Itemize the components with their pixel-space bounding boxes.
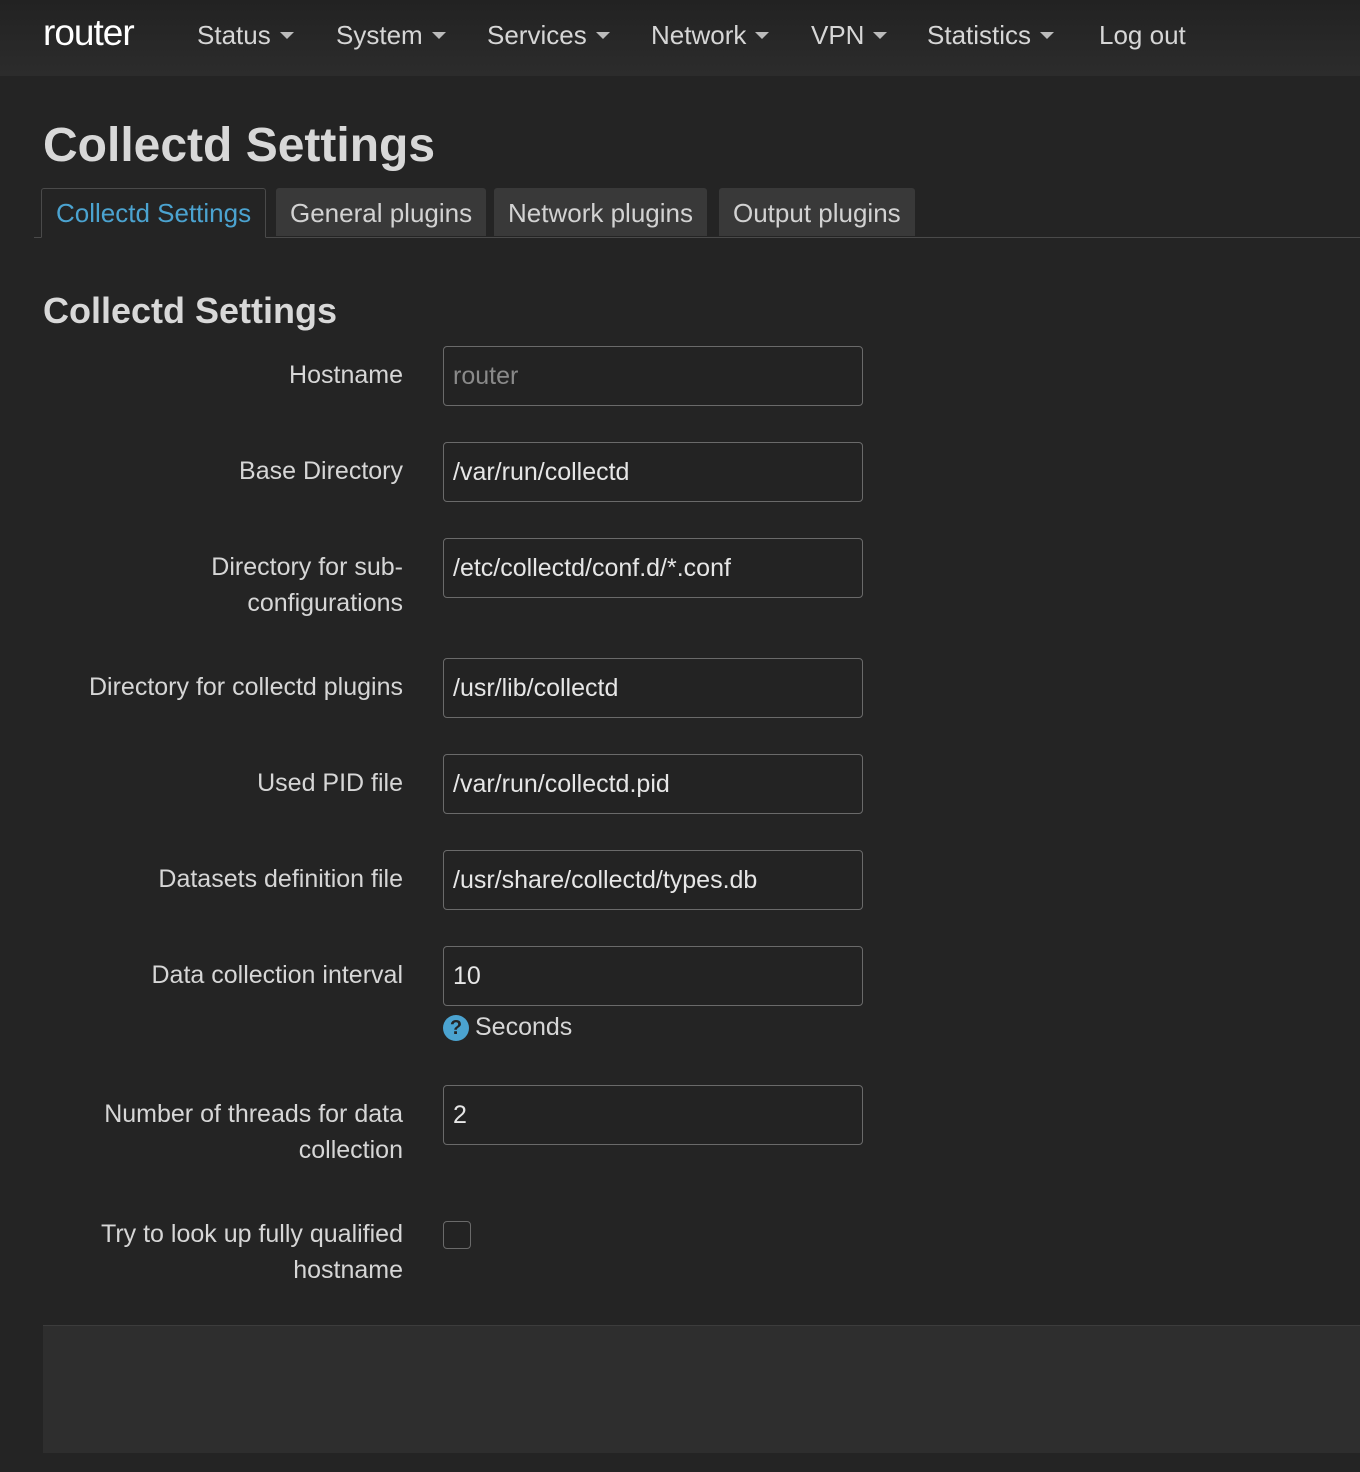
subconfig-label-line2: configurations [247,589,403,617]
fqdn-lookup-label: Try to look up fully qualified hostname [53,1216,403,1288]
hostname-input[interactable] [443,346,863,406]
nav-vpn-menu[interactable]: VPN [811,20,888,51]
nav-logout-link[interactable]: Log out [1099,20,1186,51]
nav-status-menu[interactable]: Status [197,20,294,51]
top-navbar: router Status System Services Network VP… [0,0,1360,76]
base-directory-label: Base Directory [239,457,403,485]
interval-help-text: Seconds [475,1013,573,1041]
datasets-file-label: Datasets definition file [158,865,403,893]
nav-services-label: Services [487,20,587,50]
tab-network-plugins[interactable]: Network plugins [494,188,707,236]
subconfig-directory-input[interactable] [443,538,863,598]
nav-network-label: Network [651,20,747,50]
fqdn-label-line1: Try to look up fully qualified [100,1220,403,1248]
chevron-down-icon [595,31,610,39]
plugin-directory-label: Directory for collectd plugins [88,673,403,701]
interval-label: Data collection interval [151,961,403,989]
brand-logo[interactable]: router [43,12,135,54]
fqdn-lookup-checkbox[interactable] [443,1221,471,1249]
threads-input[interactable] [443,1085,863,1145]
page-actions-panel [43,1325,1360,1453]
threads-label-line1: Number of threads for data [104,1100,403,1128]
tab-bar: Collectd Settings General plugins Networ… [34,188,1360,238]
threads-label: Number of threads for data collection [53,1096,403,1168]
help-icon[interactable]: ? [443,1015,469,1041]
chevron-down-icon [431,31,446,39]
nav-network-menu[interactable]: Network [651,20,770,51]
plugin-directory-input[interactable] [443,658,863,718]
nav-statistics-menu[interactable]: Statistics [927,20,1055,51]
tab-collectd-settings[interactable]: Collectd Settings [41,188,267,238]
threads-label-line2: collection [298,1136,403,1164]
fqdn-label-line2: hostname [293,1256,403,1284]
nav-vpn-label: VPN [811,20,865,50]
interval-input[interactable] [443,946,863,1006]
subconfig-label-line1: Directory for sub- [211,553,403,581]
tab-general-plugins[interactable]: General plugins [276,188,487,236]
nav-services-menu[interactable]: Services [487,20,610,51]
chevron-down-icon [873,31,888,39]
chevron-down-icon [1040,31,1055,39]
section-title: Collectd Settings [43,290,338,331]
pid-file-input[interactable] [443,754,863,814]
chevron-down-icon [279,31,294,39]
nav-status-label: Status [197,20,271,50]
nav-system-label: System [336,20,423,50]
subconfig-directory-label: Directory for sub- configurations [53,549,403,621]
nav-system-menu[interactable]: System [336,20,446,51]
page-title: Collectd Settings [43,119,436,172]
hostname-label: Hostname [289,361,403,389]
datasets-file-input[interactable] [443,850,863,910]
nav-statistics-label: Statistics [927,20,1032,50]
base-directory-input[interactable] [443,442,863,502]
tab-output-plugins[interactable]: Output plugins [719,188,915,236]
interval-help: ? Seconds [443,1013,572,1042]
chevron-down-icon [755,31,770,39]
pid-file-label: Used PID file [257,769,403,797]
